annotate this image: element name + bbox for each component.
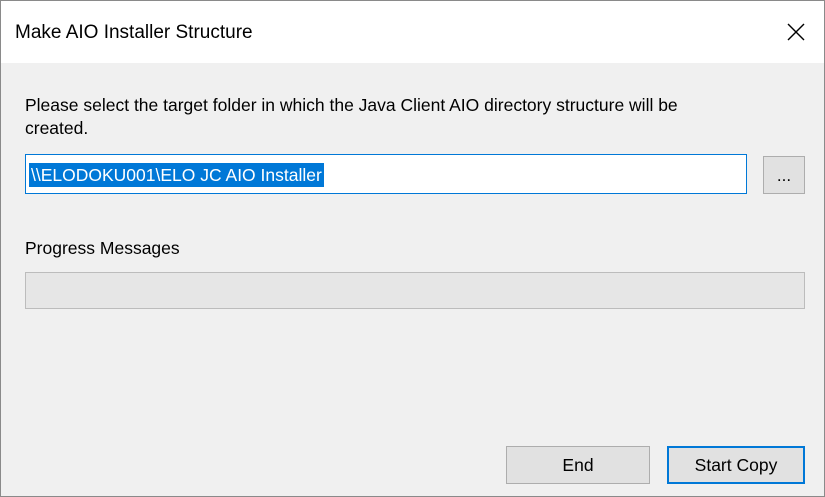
- close-icon: [786, 22, 806, 42]
- window-title: Make AIO Installer Structure: [15, 22, 253, 43]
- target-folder-value: \\ELODOKU001\ELO JC AIO Installer: [29, 163, 324, 187]
- title-bar: Make AIO Installer Structure: [1, 1, 824, 63]
- instruction-text: Please select the target folder in which…: [25, 95, 678, 138]
- start-copy-button[interactable]: Start Copy: [667, 446, 805, 484]
- dialog-window: Make AIO Installer Structure Please sele…: [0, 0, 825, 497]
- browse-button[interactable]: ...: [763, 156, 805, 194]
- progress-messages-bar: [25, 272, 805, 309]
- target-folder-input[interactable]: \\ELODOKU001\ELO JC AIO Installer: [25, 154, 747, 194]
- end-button[interactable]: End: [506, 446, 650, 484]
- close-button[interactable]: [768, 1, 824, 63]
- progress-messages-label: Progress Messages: [25, 238, 180, 258]
